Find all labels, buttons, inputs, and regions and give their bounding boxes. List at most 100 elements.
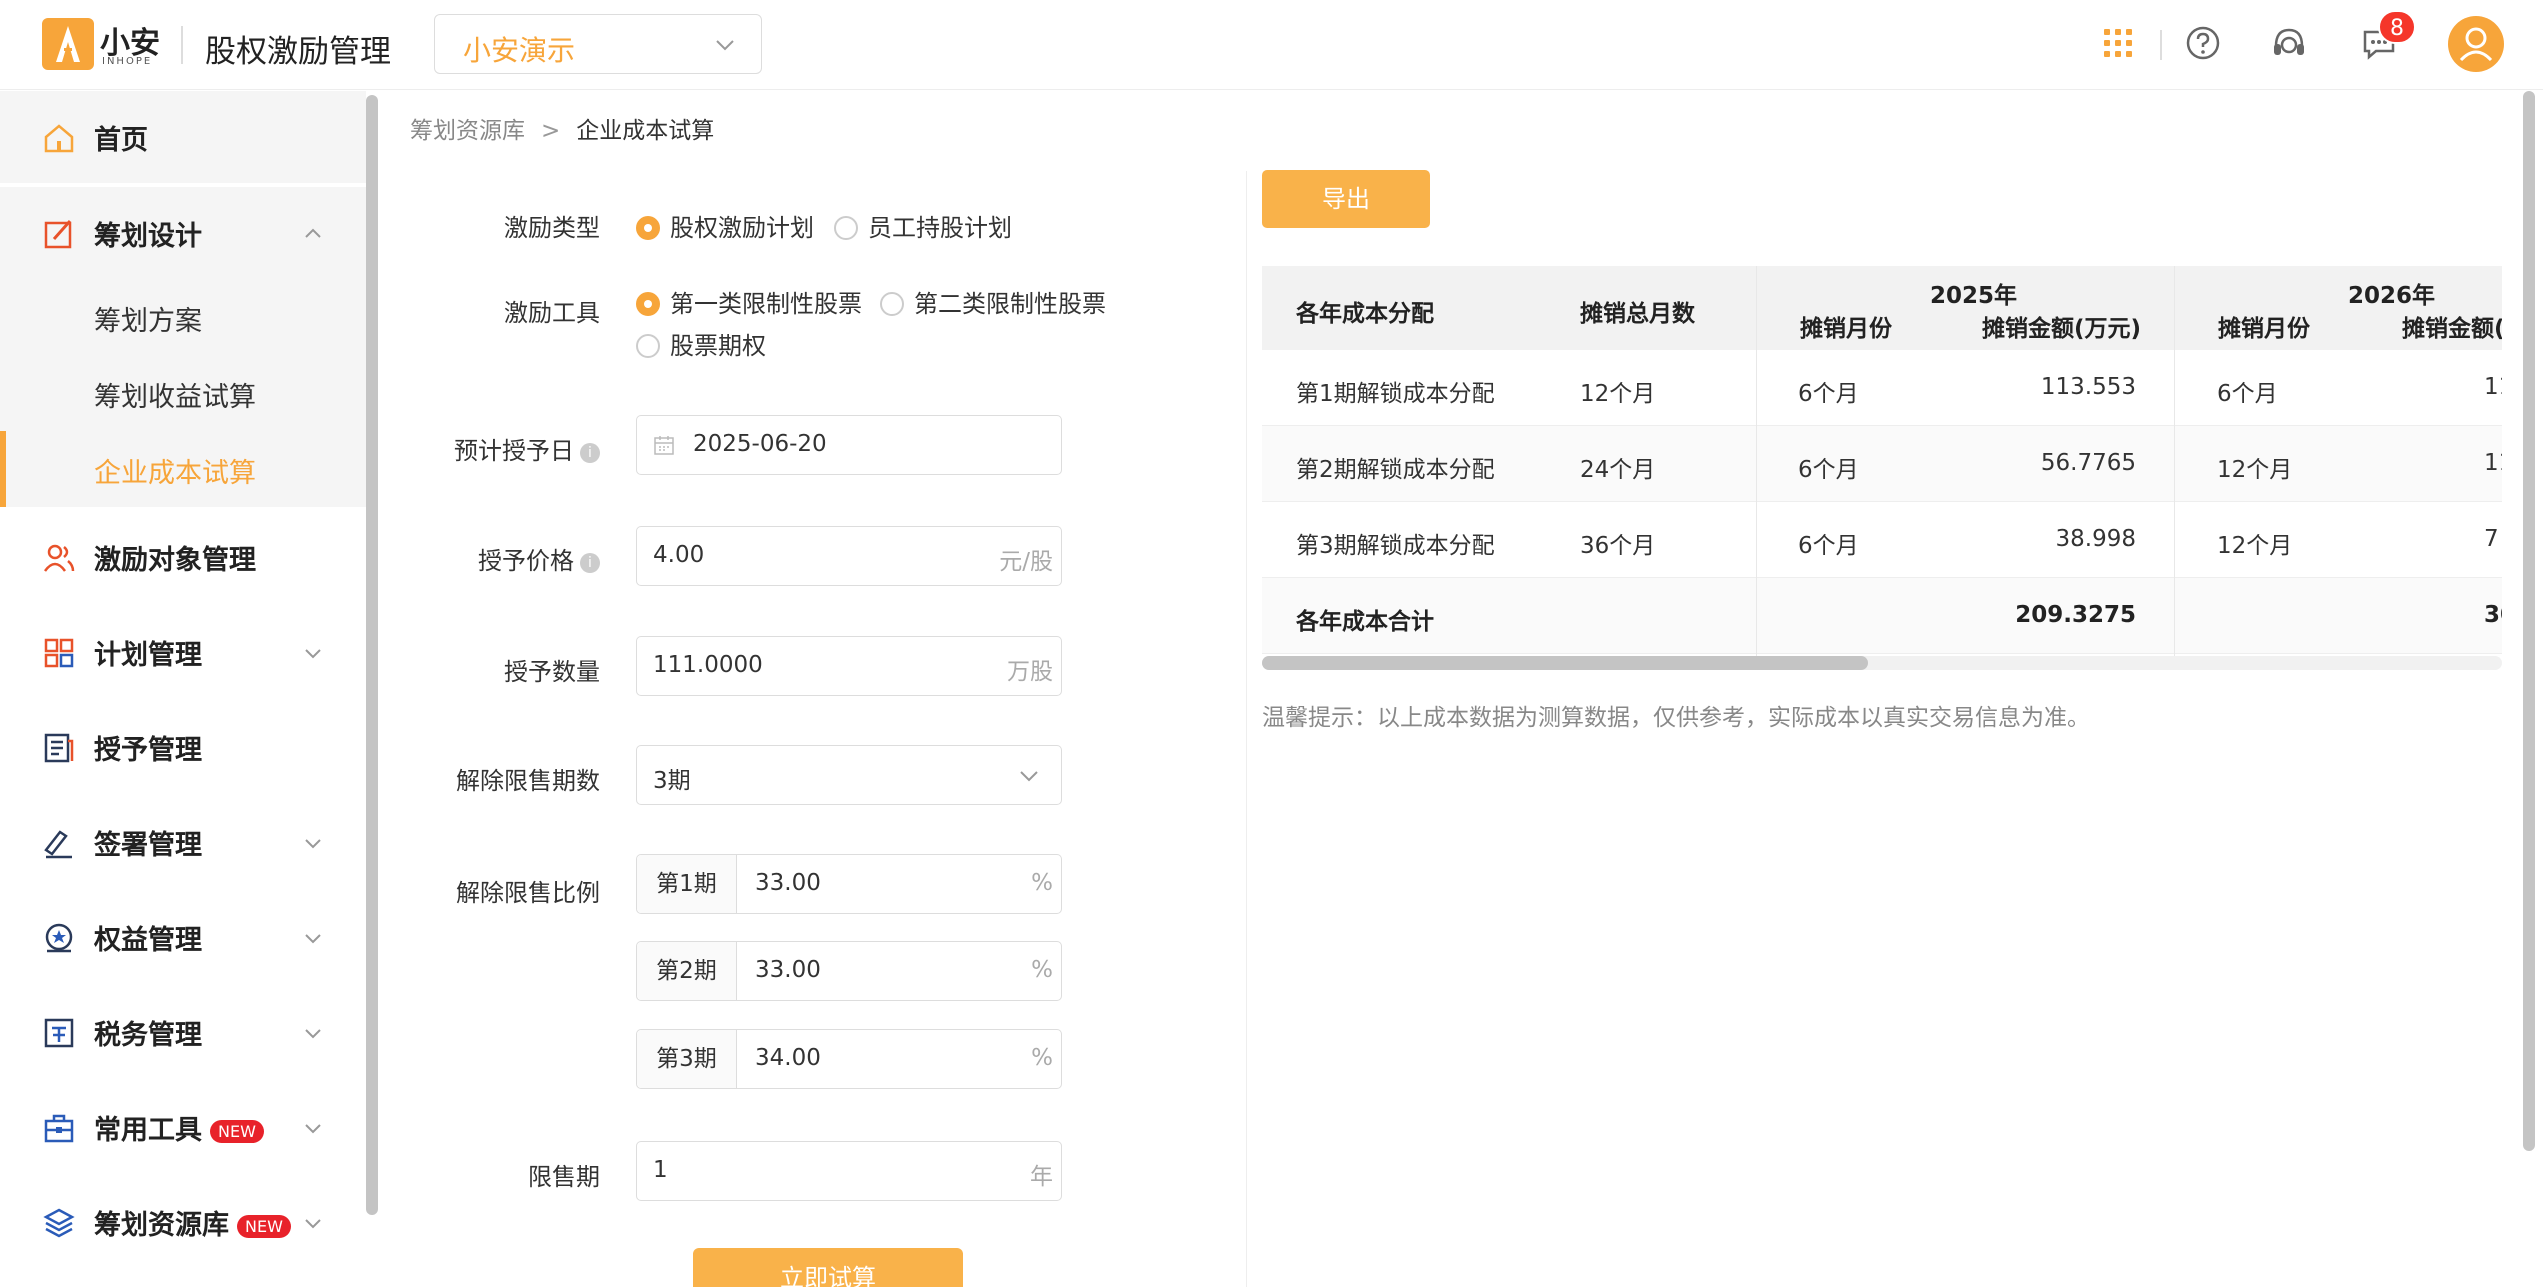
- sidebar-subitem-label: 筹划方案: [94, 306, 202, 337]
- tool-label: 激励工具: [504, 299, 600, 327]
- ratio-unit-2: %: [1031, 957, 1053, 983]
- info-icon[interactable]: i: [580, 443, 600, 463]
- sidebar-item-incentive-targets[interactable]: 激励对象管理: [0, 511, 366, 603]
- layers-icon: [42, 1206, 76, 1240]
- header-total-months: 摊销总月数: [1580, 301, 1695, 327]
- main-scrollbar[interactable]: [2523, 91, 2535, 1151]
- sidebar-subitem-label: 筹划收益试算: [94, 382, 256, 413]
- grant-date-label-text: 预计授予日: [454, 437, 574, 465]
- ratio-input-2[interactable]: 第2期 33.00 %: [636, 941, 1062, 1001]
- new-badge: NEW: [237, 1215, 291, 1238]
- column-divider: [1756, 266, 1757, 658]
- sidebar-item-tools[interactable]: 常用工具 NEW: [0, 1081, 366, 1173]
- ratio-value-3: 34.00: [755, 1045, 821, 1071]
- qty-label: 授予数量: [504, 658, 600, 686]
- qty-value: 111.0000: [653, 652, 763, 678]
- new-badge: NEW: [210, 1120, 264, 1143]
- header-year-2025: 2025年: [1930, 283, 2018, 309]
- chevron-down-icon: [302, 927, 324, 953]
- total-amount-2025: 209.3275: [2015, 602, 2136, 628]
- table-row: 第3期解锁成本分配 36个月 6个月 38.998 12个月 7: [1262, 502, 2502, 578]
- row-name: 第3期解锁成本分配: [1296, 533, 1495, 559]
- logo-divider: [181, 26, 183, 64]
- ratio-input-1[interactable]: 第1期 33.00 %: [636, 854, 1062, 914]
- grant-date-value: 2025-06-20: [693, 431, 827, 457]
- sidebar-item-home[interactable]: 首页: [0, 91, 366, 183]
- table-row: 第1期解锁成本分配 12个月 6个月 113.553 6个月 11: [1262, 350, 2502, 426]
- ratio-unit-3: %: [1031, 1045, 1053, 1071]
- chevron-down-icon: [302, 1022, 324, 1048]
- app-title: 股权激励管理: [205, 34, 391, 70]
- sidebar-item-label: 计划管理: [94, 640, 202, 671]
- periods-select[interactable]: 3期: [636, 745, 1062, 805]
- sidebar-scrollbar[interactable]: [366, 95, 378, 1215]
- row-amount-2026: 11: [2484, 450, 2502, 476]
- org-select-value: 小安演示: [463, 34, 576, 67]
- header-months-2025: 摊销月份: [1800, 316, 1892, 342]
- sidebar-item-resources[interactable]: 筹划资源库 NEW: [0, 1176, 366, 1268]
- org-select[interactable]: 小安演示: [434, 14, 762, 74]
- tax-icon: [42, 1016, 76, 1050]
- sidebar-item-sign-mgmt[interactable]: 签署管理: [0, 796, 366, 888]
- sidebar-item-design[interactable]: 筹划设计: [0, 187, 366, 279]
- user-avatar[interactable]: [2448, 16, 2504, 72]
- sidebar-item-grant-mgmt[interactable]: 授予管理: [0, 701, 366, 793]
- apps-grid-icon[interactable]: [2095, 20, 2141, 66]
- qty-input[interactable]: 111.0000 万股: [636, 636, 1062, 696]
- row-months-2026: 6个月: [2217, 381, 2278, 407]
- radio-dot: [636, 216, 660, 240]
- sidebar-subitem-cost-calc[interactable]: 企业成本试算: [0, 431, 366, 507]
- customer-service-icon[interactable]: [2266, 20, 2312, 66]
- periods-value: 3期: [653, 768, 691, 794]
- sidebar-item-tax-mgmt[interactable]: 税务管理: [0, 986, 366, 1078]
- incentive-type-label: 激励类型: [504, 214, 600, 242]
- lock-input[interactable]: 1 年: [636, 1141, 1062, 1201]
- radio-equity-plan[interactable]: 股权激励计划: [636, 208, 814, 243]
- header-amount-2026: 摊销金额(万元): [2402, 316, 2502, 342]
- lock-value: 1: [653, 1157, 668, 1183]
- ratio-unit-1: %: [1031, 870, 1053, 896]
- calculate-button[interactable]: 立即试算: [693, 1248, 963, 1287]
- ratio-input-3[interactable]: 第3期 34.00 %: [636, 1029, 1062, 1089]
- radio-stock-option[interactable]: 股票期权: [636, 326, 766, 361]
- sidebar-item-label: 税务管理: [94, 1020, 202, 1051]
- chevron-up-icon: [302, 223, 324, 249]
- radio-restricted-stock-1[interactable]: 第一类限制性股票: [636, 284, 862, 319]
- notification-badge: 8: [2378, 10, 2416, 44]
- logo-icon[interactable]: [42, 18, 94, 70]
- breadcrumb: 筹划资源库 > 企业成本试算: [410, 111, 714, 145]
- radio-label: 第一类限制性股票: [670, 290, 862, 318]
- ratio-period-1: 第1期: [637, 855, 737, 913]
- ratio-period-2: 第2期: [637, 942, 737, 1000]
- table-scroll-thumb[interactable]: [1262, 656, 1868, 670]
- equity-badge-icon: [42, 921, 76, 955]
- radio-employee-stock-plan[interactable]: 员工持股计划: [834, 208, 1012, 243]
- help-icon[interactable]: [2180, 20, 2226, 66]
- export-button[interactable]: 导出: [1262, 170, 1430, 228]
- radio-label: 员工持股计划: [868, 214, 1012, 242]
- users-icon: [42, 541, 76, 575]
- table-total-row: 各年成本合计 209.3275 30: [1262, 578, 2502, 654]
- sidebar-item-label: 常用工具 NEW: [94, 1108, 264, 1147]
- resources-label: 筹划资源库: [94, 1210, 229, 1241]
- tools-label: 常用工具: [94, 1115, 202, 1146]
- sidebar-subitem-label: 企业成本试算: [94, 458, 256, 489]
- grid-icon: [42, 636, 76, 670]
- sidebar-item-plan-mgmt[interactable]: 计划管理: [0, 606, 366, 698]
- row-name: 第2期解锁成本分配: [1296, 457, 1495, 483]
- info-icon[interactable]: i: [580, 553, 600, 573]
- sidebar-subitem-plan[interactable]: 筹划方案: [0, 279, 366, 355]
- grant-date-input[interactable]: 2025-06-20: [636, 415, 1062, 475]
- chevron-down-icon: [302, 1212, 324, 1238]
- sidebar-subitem-income-calc[interactable]: 筹划收益试算: [0, 355, 366, 431]
- row-months-2026: 12个月: [2217, 533, 2293, 559]
- breadcrumb-parent[interactable]: 筹划资源库: [410, 118, 525, 144]
- price-input[interactable]: 4.00 元/股: [636, 526, 1062, 586]
- radio-restricted-stock-2[interactable]: 第二类限制性股票: [880, 284, 1106, 319]
- table-horizontal-scrollbar[interactable]: [1262, 656, 2502, 670]
- signature-icon: [42, 826, 76, 860]
- home-icon: [42, 121, 76, 155]
- sidebar-item-equity-mgmt[interactable]: 权益管理: [0, 891, 366, 983]
- sidebar-item-label: 首页: [94, 125, 148, 156]
- row-amount-2026: 11: [2484, 374, 2502, 400]
